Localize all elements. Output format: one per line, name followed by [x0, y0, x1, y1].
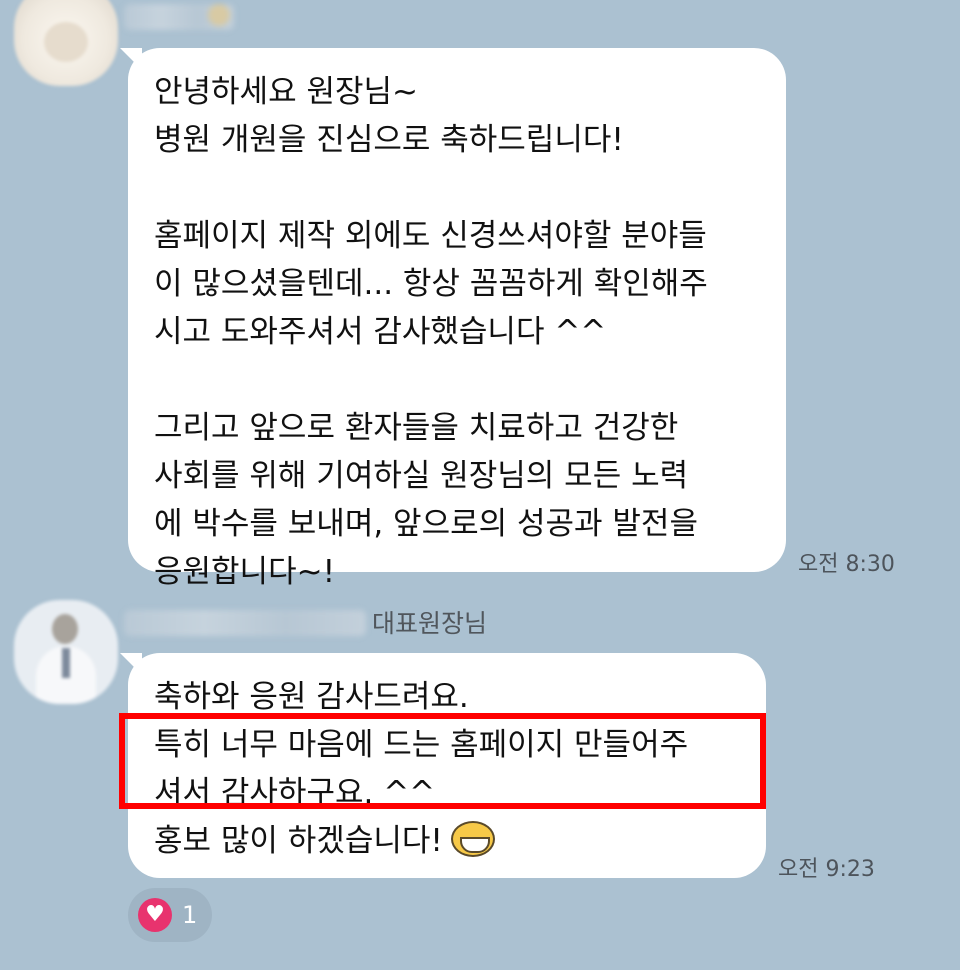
- message-bubble[interactable]: 안녕하세요 원장님~ 병원 개원을 진심으로 축하드립니다! 홈페이지 제작 외…: [120, 48, 786, 590]
- message-line: 특히 너무 마음에 드는 홈페이지 만들어주: [154, 727, 689, 763]
- message-line: 그리고 앞으로 환자들을 치료하고 건강한: [154, 410, 679, 446]
- message-line: 셔서 감사하구요. ^^: [154, 775, 436, 811]
- message-line: 홈페이지 제작 외에도 신경쓰셔야할 분야들: [154, 218, 707, 254]
- avatar-image: [44, 22, 88, 62]
- message-line: 응원합니다~!: [154, 554, 336, 590]
- sender-name-blurred: [124, 610, 366, 636]
- reaction-badge[interactable]: ♥ 1: [128, 888, 212, 942]
- message-text: 홍보 많이 하겠습니다!: [154, 823, 443, 859]
- message-line: 안녕하세요 원장님~: [154, 74, 418, 110]
- message-timestamp: 오전 8:30: [798, 552, 895, 577]
- sender-role: 대표원장님: [372, 609, 488, 638]
- message-timestamp: 오전 9:23: [778, 857, 875, 882]
- message-line: 시고 도와주셔서 감사했습니다 ^^: [154, 314, 607, 350]
- sender-name-blurred: [124, 4, 234, 30]
- message-bubble[interactable]: 축하와 응원 감사드려요. 특히 너무 마음에 드는 홈페이지 만들어주 셔서 …: [120, 653, 766, 878]
- avatar-tie: [62, 648, 70, 678]
- sender-avatar[interactable]: [14, 0, 118, 86]
- message-line: 사회를 위해 기여하실 원장님의 모든 노력: [154, 458, 689, 494]
- message-line: 이 많으셨을텐데... 항상 꼼꼼하게 확인해주: [154, 266, 708, 302]
- avatar-head: [52, 614, 78, 644]
- grinning-emoticon-icon: [450, 821, 495, 857]
- reaction-count: 1: [182, 901, 198, 929]
- heart-icon: ♥: [138, 898, 172, 932]
- message-line: 에 박수를 보내며, 앞으로의 성공과 발전을: [154, 506, 698, 542]
- message-line: 병원 개원을 진심으로 축하드립니다!: [154, 122, 624, 158]
- message-line-with-emoji: 홍보 많이 하겠습니다!: [154, 817, 746, 865]
- message-line: 축하와 응원 감사드려요.: [154, 679, 469, 715]
- sender-avatar[interactable]: [14, 600, 118, 704]
- name-decoration: [208, 4, 230, 26]
